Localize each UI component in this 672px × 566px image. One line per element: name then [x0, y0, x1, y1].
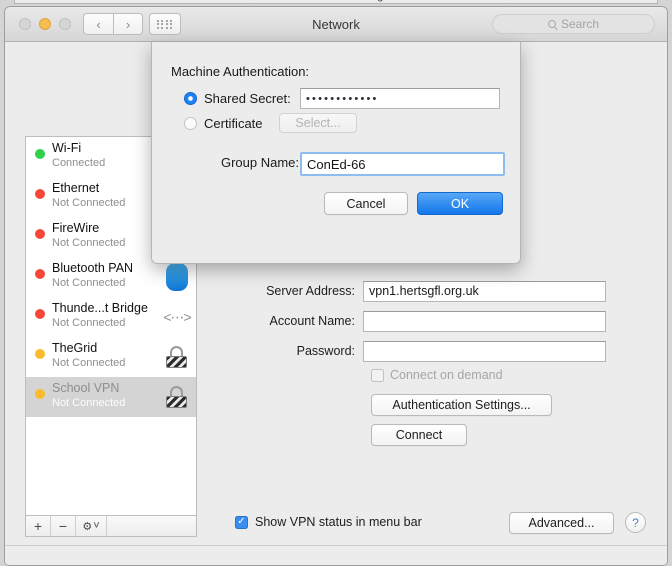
status-dot-green	[35, 149, 45, 159]
radio-button-selected	[184, 92, 197, 105]
thunderbolt-icon: <⋯>	[163, 303, 191, 331]
service-list-toolbar: + − ⚙ ˅	[25, 516, 197, 537]
shared-secret-label: Shared Secret:	[204, 91, 291, 106]
authentication-settings-button[interactable]: Authentication Settings...	[371, 394, 552, 416]
checkbox-box	[371, 369, 384, 382]
server-address-row: Server Address: vpn1.hertsgfl.org.uk	[229, 280, 606, 302]
chevron-down-icon: ˅	[93, 520, 99, 532]
search-input[interactable]: Search	[492, 14, 655, 34]
server-address-label: Server Address:	[229, 284, 363, 298]
status-dot-red	[35, 309, 45, 319]
status-dot-yellow	[35, 349, 45, 359]
account-name-label: Account Name:	[229, 314, 363, 328]
add-service-button[interactable]: +	[26, 516, 51, 536]
group-name-input[interactable]: ConEd-66	[300, 152, 505, 176]
desktop-background: Cannot save settings ‹ › Network Search	[0, 0, 672, 566]
connect-on-demand-checkbox[interactable]: Connect on demand	[371, 368, 503, 382]
connect-on-demand-label: Connect on demand	[390, 368, 503, 382]
service-actions-button[interactable]: ⚙ ˅	[76, 516, 107, 536]
background-window[interactable]: Cannot save settings	[14, 0, 658, 4]
certificate-select-button: Select...	[279, 113, 357, 133]
password-label: Password:	[229, 344, 363, 358]
window-body: Wi-Fi Connected Ethernet Not Connected F…	[5, 42, 667, 566]
account-name-row: Account Name:	[229, 310, 606, 332]
lock-icon	[163, 383, 191, 411]
help-button[interactable]: ?	[625, 512, 646, 533]
search-placeholder: Search	[561, 17, 599, 31]
account-name-input[interactable]	[363, 311, 606, 332]
check-icon: ✓	[237, 517, 245, 527]
footer-divider	[5, 545, 667, 546]
window-titlebar: ‹ › Network Search	[5, 7, 667, 42]
password-row: Password:	[229, 340, 606, 362]
show-vpn-status-label: Show VPN status in menu bar	[255, 515, 422, 529]
lock-icon	[163, 343, 191, 371]
status-dot-yellow	[35, 389, 45, 399]
gear-icon: ⚙	[82, 520, 92, 533]
list-item-school-vpn[interactable]: School VPN Not Connected	[26, 377, 196, 417]
ok-button[interactable]: OK	[417, 192, 503, 215]
advanced-button[interactable]: Advanced...	[509, 512, 614, 534]
password-input[interactable]	[363, 341, 606, 362]
certificate-radio[interactable]: Certificate	[184, 116, 263, 131]
radio-button-unselected	[184, 117, 197, 130]
machine-authentication-sheet: Machine Authentication: Shared Secret: •…	[151, 42, 521, 264]
remove-service-button[interactable]: −	[51, 516, 76, 536]
server-address-input[interactable]: vpn1.hertsgfl.org.uk	[363, 281, 606, 302]
show-vpn-status-checkbox[interactable]: ✓ Show VPN status in menu bar	[235, 515, 422, 529]
cancel-button[interactable]: Cancel	[324, 192, 408, 215]
status-dot-red	[35, 269, 45, 279]
list-item-thegrid[interactable]: TheGrid Not Connected	[26, 337, 196, 377]
bluetooth-icon: ᚝	[163, 263, 191, 291]
background-window-title: Cannot save settings	[15, 0, 657, 2]
group-name-label: Group Name:	[215, 155, 299, 170]
checkbox-box: ✓	[235, 516, 248, 529]
sheet-title: Machine Authentication:	[171, 64, 309, 79]
status-dot-red	[35, 229, 45, 239]
network-preferences-window: ‹ › Network Search Wi-Fi Connected Ether…	[4, 6, 668, 566]
connect-button[interactable]: Connect	[371, 424, 467, 446]
shared-secret-input[interactable]: ••••••••••••	[300, 88, 500, 109]
list-item-thunderbolt-bridge[interactable]: Thunde...t Bridge Not Connected <⋯>	[26, 297, 196, 337]
status-dot-red	[35, 189, 45, 199]
shared-secret-radio[interactable]: Shared Secret:	[184, 91, 291, 106]
certificate-label: Certificate	[204, 116, 263, 131]
search-icon	[548, 20, 556, 28]
